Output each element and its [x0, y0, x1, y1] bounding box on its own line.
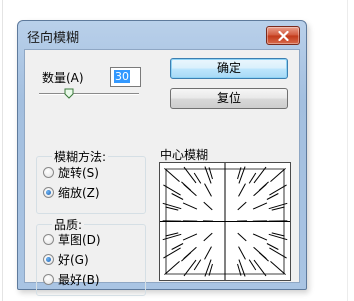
- radio-best-label: 最好(B): [58, 273, 100, 287]
- preview-blur-streak: [258, 252, 269, 262]
- radio-zoom-label: 缩放(Z): [58, 186, 100, 200]
- radial-blur-preview-graphic[interactable]: [160, 163, 290, 280]
- background-divider: [347, 0, 348, 301]
- preview-blur-streak: [253, 166, 267, 184]
- preview-blur-streak: [268, 202, 288, 210]
- preview-blur-streak: [183, 166, 197, 184]
- preview-blur-streak: [252, 202, 268, 210]
- preview-blur-streak: [270, 261, 286, 275]
- radio-zoom-indicator[interactable]: [43, 187, 54, 198]
- preview-blur-streak: [268, 233, 288, 241]
- blur-center-preview[interactable]: [159, 162, 291, 281]
- radio-draft[interactable]: 草图(D): [43, 231, 101, 248]
- radio-best[interactable]: 最好(B): [43, 271, 100, 288]
- radio-draft-label: 草图(D): [58, 233, 101, 247]
- preview-blur-streak: [183, 259, 197, 277]
- radio-good[interactable]: 好(G): [43, 251, 89, 268]
- preview-blur-streak: [204, 183, 212, 197]
- preview-blur-streak: [252, 233, 268, 241]
- radio-spin-indicator[interactable]: [43, 167, 54, 178]
- radial-blur-dialog: 径向模糊 数量(A) 30 确定 复位 模糊方法: 旋转(S) 缩放(Z) 品质…: [17, 20, 307, 296]
- preview-blur-streak: [181, 181, 192, 191]
- preview-blur-streak: [182, 202, 198, 210]
- preview-blur-streak: [266, 193, 279, 200]
- preview-blur-streak: [238, 183, 246, 197]
- close-button[interactable]: [266, 26, 300, 45]
- reset-button[interactable]: 复位: [170, 88, 288, 109]
- preview-blur-streak: [237, 232, 247, 242]
- radio-spin[interactable]: 旋转(S): [43, 164, 99, 181]
- ok-button[interactable]: 确定: [170, 58, 288, 79]
- slider-thumb-icon[interactable]: [64, 88, 74, 99]
- preview-blur-streak: [164, 261, 180, 275]
- preview-blur-streak: [162, 202, 182, 210]
- preview-blur-streak: [164, 168, 180, 182]
- radio-spin-label: 旋转(S): [58, 166, 99, 180]
- amount-value: 30: [114, 70, 130, 83]
- preview-blur-streak: [237, 201, 247, 211]
- window-title: 径向模糊: [27, 31, 80, 46]
- preview-blur-streak: [162, 233, 182, 241]
- radio-zoom[interactable]: 缩放(Z): [43, 184, 100, 201]
- radio-good-label: 好(G): [58, 253, 89, 267]
- preview-blur-streak: [181, 252, 192, 262]
- background-divider: [2, 0, 3, 301]
- preview-blur-streak: [266, 243, 279, 250]
- preview-blur-streak: [238, 246, 246, 260]
- amount-input[interactable]: 30: [110, 67, 141, 87]
- amount-label: 数量(A): [42, 71, 84, 85]
- preview-blur-streak: [171, 243, 184, 250]
- preview-blur-streak: [258, 181, 269, 191]
- title-bar[interactable]: 径向模糊: [18, 21, 306, 49]
- preview-blur-streak: [253, 259, 267, 277]
- preview-blur-streak: [182, 233, 198, 241]
- preview-blur-streak: [203, 232, 213, 242]
- amount-slider-track[interactable]: [39, 93, 139, 95]
- radio-good-indicator[interactable]: [43, 254, 54, 265]
- close-icon: [277, 30, 289, 41]
- radio-draft-indicator[interactable]: [43, 234, 54, 245]
- dialog-content: 数量(A) 30 确定 复位 模糊方法: 旋转(S) 缩放(Z) 品质: 草图(…: [24, 49, 300, 296]
- radio-best-indicator[interactable]: [43, 274, 54, 285]
- preview-blur-streak: [203, 201, 213, 211]
- preview-blur-streak: [171, 193, 184, 200]
- blur-method-legend: 模糊方法:: [52, 148, 109, 165]
- preview-label: 中心模糊: [160, 148, 209, 162]
- preview-blur-streak: [204, 246, 212, 260]
- preview-blur-streak: [270, 168, 286, 182]
